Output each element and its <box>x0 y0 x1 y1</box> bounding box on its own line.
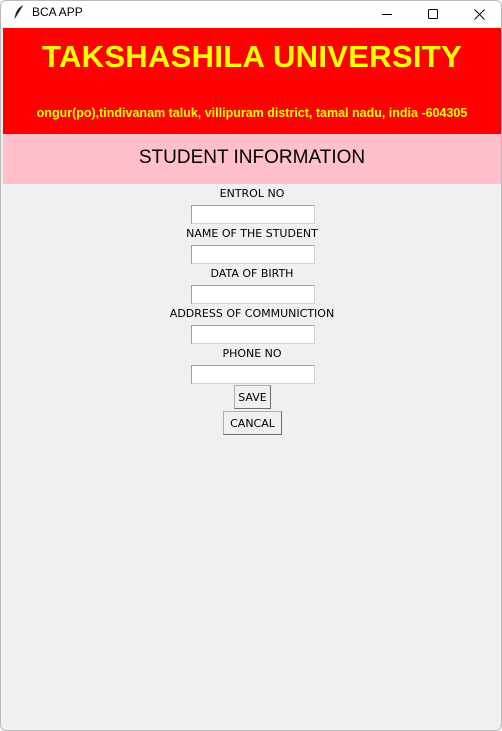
enrol-no-input[interactable] <box>191 205 315 224</box>
phone-no-label: PHONE NO <box>222 347 282 360</box>
minimize-icon <box>382 14 392 15</box>
section-title: STUDENT INFORMATION <box>138 147 366 168</box>
section-header: STUDENT INFORMATION <box>3 134 501 184</box>
save-button[interactable]: SAVE <box>234 385 271 409</box>
address-label: ADDRESS OF COMMUNICTION <box>169 307 335 320</box>
cancel-button[interactable]: CANCAL <box>223 411 282 435</box>
enrol-no-label: ENTROL NO <box>219 187 285 200</box>
close-button[interactable] <box>456 1 501 27</box>
date-of-birth-label: DATA OF BIRTH <box>210 267 294 280</box>
app-window: BCA APP TAKSHASHILA UNIVERSITY ongur(po)… <box>0 0 502 731</box>
address-input[interactable] <box>191 325 315 344</box>
date-of-birth-input[interactable] <box>191 285 315 304</box>
university-address: ongur(po),tindivanam taluk, villipuram d… <box>36 106 468 120</box>
university-name: TAKSHASHILA UNIVERSITY <box>42 39 462 74</box>
feather-icon <box>13 4 25 22</box>
phone-no-input[interactable] <box>191 365 315 384</box>
minimize-button[interactable] <box>364 1 410 27</box>
student-name-label: NAME OF THE STUDENT <box>186 227 318 240</box>
title-bar: BCA APP <box>1 1 501 27</box>
window-title: BCA APP <box>32 5 83 19</box>
close-icon <box>473 8 485 20</box>
maximize-button[interactable] <box>410 1 456 27</box>
student-name-input[interactable] <box>191 245 315 264</box>
maximize-icon <box>428 9 438 19</box>
university-banner: TAKSHASHILA UNIVERSITY ongur(po),tindiva… <box>3 28 501 134</box>
